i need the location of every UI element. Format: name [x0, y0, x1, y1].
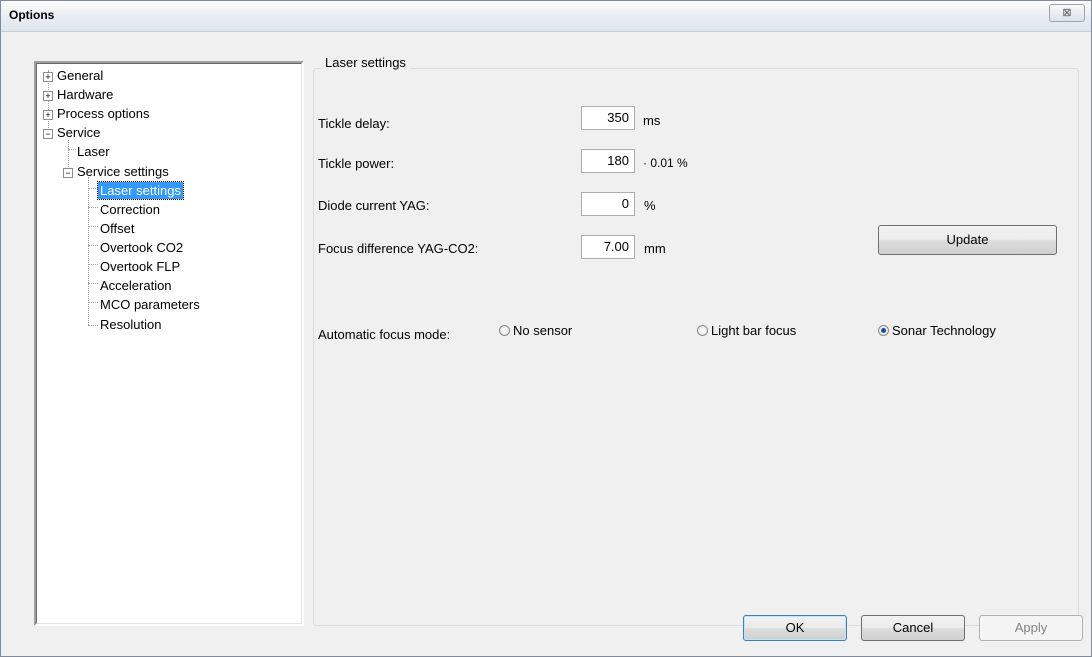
title-bar[interactable]: Options ⊠ [1, 1, 1091, 32]
tree-item-overtook-flp[interactable]: Overtook FLP [98, 258, 182, 275]
tree-item-laser[interactable]: Laser [75, 143, 112, 160]
tree-item-service-settings[interactable]: Service settings [75, 163, 171, 180]
panel-title: Laser settings [321, 55, 410, 70]
diode-current-label: Diode current YAG: [318, 198, 430, 213]
options-dialog: Options ⊠ + + + − − General Hardware Pro… [0, 0, 1092, 657]
tree-item-offset[interactable]: Offset [98, 220, 136, 237]
tickle-delay-label: Tickle delay: [318, 116, 390, 131]
dialog-client: + + + − − General Hardware Process optio… [8, 32, 1084, 652]
collapse-icon[interactable]: − [43, 129, 53, 139]
tree-item-process-options[interactable]: Process options [55, 105, 152, 122]
tree-item-correction[interactable]: Correction [98, 201, 162, 218]
focus-difference-input[interactable]: 7.00 [581, 235, 635, 259]
ok-button[interactable]: OK [743, 615, 847, 641]
radio-sonar-technology[interactable]: Sonar Technology [878, 323, 996, 339]
apply-button[interactable]: Apply [979, 615, 1083, 641]
tree-item-mco-parameters[interactable]: MCO parameters [98, 296, 202, 313]
tree-item-acceleration[interactable]: Acceleration [98, 277, 174, 294]
radio-light-bar-focus[interactable]: Light bar focus [697, 323, 796, 339]
tree-item-service[interactable]: Service [55, 124, 102, 141]
diode-current-unit: % [644, 198, 656, 213]
tickle-power-input[interactable]: 180 [581, 149, 635, 173]
tree-item-hardware[interactable]: Hardware [55, 86, 115, 103]
close-icon[interactable]: ⊠ [1049, 4, 1085, 22]
tickle-power-label: Tickle power: [318, 156, 395, 171]
options-tree[interactable]: + + + − − General Hardware Process optio… [34, 61, 304, 626]
expand-icon[interactable]: + [43, 110, 53, 120]
tree-item-general[interactable]: General [55, 67, 105, 84]
radio-icon [499, 325, 510, 336]
focus-difference-unit: mm [644, 241, 666, 256]
tickle-delay-unit: ms [643, 113, 661, 128]
tree-item-laser-settings[interactable]: Laser settings [97, 181, 184, 200]
tickle-power-unit: · 0.01 % [643, 156, 688, 170]
diode-current-input[interactable]: 0 [581, 192, 635, 216]
expand-icon[interactable]: + [43, 72, 53, 82]
tickle-delay-input[interactable]: 350 [581, 106, 635, 130]
laser-settings-group [313, 68, 1079, 626]
cancel-button[interactable]: Cancel [861, 615, 965, 641]
update-button[interactable]: Update [878, 225, 1057, 255]
collapse-icon[interactable]: − [63, 168, 73, 178]
radio-selected-icon [878, 325, 889, 336]
radio-icon [697, 325, 708, 336]
focus-difference-label: Focus difference YAG-CO2: [318, 241, 479, 256]
focus-mode-label: Automatic focus mode: [318, 327, 451, 342]
radio-no-sensor[interactable]: No sensor [499, 323, 572, 339]
expand-icon[interactable]: + [43, 91, 53, 101]
tree-item-overtook-co2[interactable]: Overtook CO2 [98, 239, 185, 256]
window-title: Options [9, 8, 55, 22]
tree-item-resolution[interactable]: Resolution [98, 316, 163, 333]
